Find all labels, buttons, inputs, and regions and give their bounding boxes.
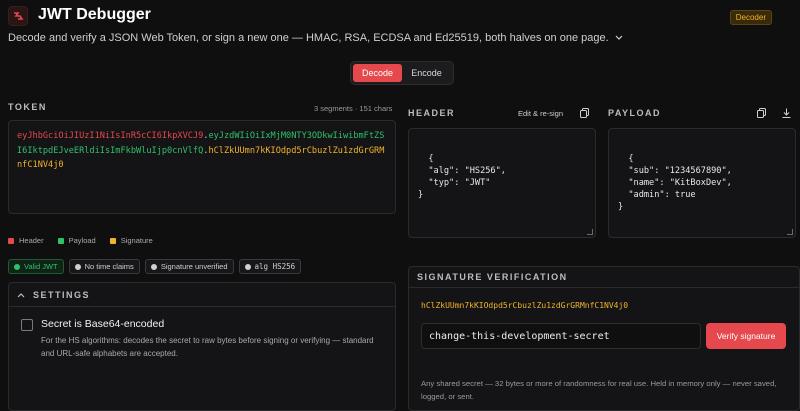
- token-meta: 3 segments · 151 chars: [314, 104, 393, 113]
- base64-secret-checkbox[interactable]: [21, 319, 33, 331]
- signature-status-badge: Signature unverified: [144, 259, 234, 274]
- legend-swatch-header: [8, 237, 14, 244]
- base64-secret-description: For the HS algorithms: decodes the secre…: [41, 336, 374, 358]
- secret-note: Any shared secret — 32 bytes or more of …: [421, 379, 777, 401]
- segment-legend: Header Payload Signature: [8, 236, 153, 245]
- legend-label: Signature: [120, 236, 153, 245]
- payload-json: { "sub": "1234567890", "name": "KitBoxDe…: [618, 154, 732, 212]
- header-actions: Edit & re-sign: [518, 108, 589, 118]
- page-title: JWT Debugger: [38, 6, 151, 23]
- payload-json-editor[interactable]: { "sub": "1234567890", "name": "KitBoxDe…: [608, 128, 796, 238]
- app-logo: [8, 6, 28, 26]
- legend-header: Header: [8, 236, 44, 245]
- chip-label: No time claims: [84, 262, 134, 271]
- mode-toggle: Decode Encode: [350, 61, 454, 85]
- header-json-editor[interactable]: { "alg": "HS256", "typ": "JWT" }: [408, 128, 596, 238]
- settings-header[interactable]: SETTINGS: [9, 283, 395, 307]
- check-dot-icon: [14, 263, 20, 270]
- chip-label: alg HS256: [254, 262, 296, 271]
- token-input[interactable]: eyJhbGciOiJIUzI1NiIsInR5cCI6IkpXVCJ9.eyJ…: [8, 120, 396, 214]
- secret-input[interactable]: change-this-development-secret: [421, 323, 701, 349]
- resize-handle-icon[interactable]: [587, 229, 593, 235]
- legend-payload: Payload: [57, 236, 96, 245]
- resize-handle-icon[interactable]: [787, 229, 793, 235]
- time-claims-badge: No time claims: [68, 259, 140, 274]
- subtitle-text: Decode and verify a JSON Web Token, or s…: [8, 32, 609, 44]
- status-chips: Valid JWT No time claims Signature unver…: [8, 259, 302, 274]
- chevron-down-icon[interactable]: [615, 35, 623, 41]
- encode-tab[interactable]: Encode: [402, 64, 451, 82]
- dot-icon: [244, 263, 251, 270]
- chip-label: Valid JWT: [24, 262, 58, 271]
- token-header-segment: eyJhbGciOiJIUzI1NiIsInR5cCI6IkpXVCJ9: [17, 131, 204, 141]
- legend-swatch-signature: [109, 237, 116, 244]
- legend-label: Payload: [68, 236, 96, 245]
- base64-secret-label: Secret is Base64-encoded: [41, 318, 165, 330]
- signature-verification-header: SIGNATURE VERIFICATION: [409, 267, 799, 288]
- legend-signature: Signature: [109, 236, 153, 245]
- settings-panel: SETTINGS Secret is Base64-encoded For th…: [8, 282, 396, 411]
- alg-badge: alg HS256: [238, 259, 302, 274]
- signature-verification-panel: SIGNATURE VERIFICATION hClZkUUmn7kKIOdpd…: [408, 266, 800, 411]
- mode-badge: Decoder: [729, 10, 772, 25]
- chip-label: Signature unverified: [160, 262, 228, 271]
- legend-swatch-payload: [57, 237, 64, 244]
- legend-label: Header: [19, 236, 44, 245]
- download-icon[interactable]: [781, 108, 791, 118]
- edit-resign-button[interactable]: Edit & re-sign: [518, 109, 563, 118]
- decode-tab[interactable]: Decode: [353, 64, 402, 82]
- verify-signature-button[interactable]: Verify signature: [706, 323, 786, 349]
- payload-label: PAYLOAD: [608, 108, 662, 118]
- dot-icon: [74, 263, 81, 270]
- settings-label: SETTINGS: [33, 289, 91, 300]
- page-subtitle[interactable]: Decode and verify a JSON Web Token, or s…: [8, 32, 623, 44]
- header-label: HEADER: [408, 108, 456, 118]
- token-label: TOKEN: [8, 102, 47, 112]
- header-json: { "alg": "HS256", "typ": "JWT" }: [418, 154, 506, 200]
- chevron-up-icon[interactable]: [17, 292, 25, 298]
- copy-icon[interactable]: [579, 108, 589, 118]
- signature-value: hClZkUUmn7kKIOdpd5rCbuzlZu1zdGrGRMnfC1NV…: [421, 301, 629, 310]
- jwt-logo-icon: [14, 12, 24, 20]
- dot-icon: [150, 263, 157, 270]
- valid-jwt-badge: Valid JWT: [8, 259, 64, 274]
- copy-icon[interactable]: [756, 108, 766, 118]
